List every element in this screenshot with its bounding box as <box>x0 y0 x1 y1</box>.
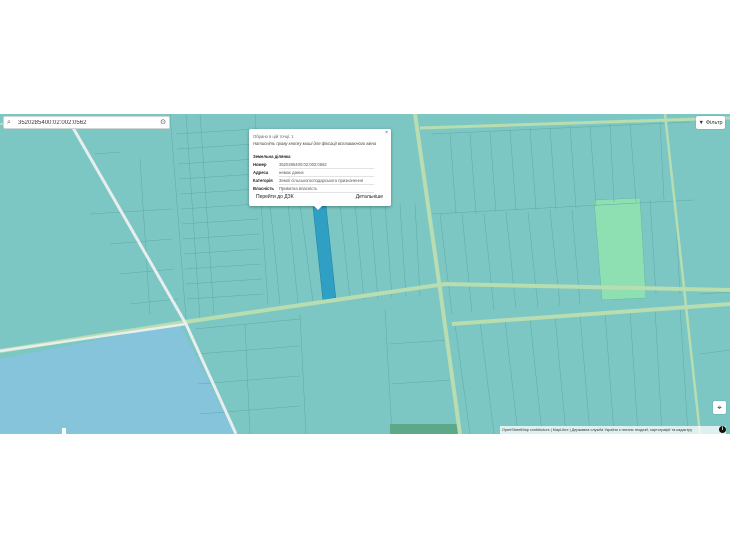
clear-icon[interactable]: ⊙ <box>160 117 166 128</box>
filter-icon: ▼ <box>698 119 704 126</box>
goto-dzk-button[interactable]: Перейти до ДЗК <box>256 194 294 200</box>
marker <box>62 428 66 434</box>
locate-button[interactable]: ⌖ <box>713 401 726 414</box>
crosshair-icon: ⌖ <box>717 402 722 412</box>
search-input[interactable] <box>18 118 153 127</box>
close-icon[interactable]: × <box>385 130 388 136</box>
info-icon[interactable]: i <box>719 426 726 433</box>
row-value: немає даних <box>279 170 374 177</box>
cadastral-search-box: ⌕ ⊙ <box>3 116 170 129</box>
popup-selected-count: Обрано в цій точці: 1 <box>253 134 294 139</box>
filter-button[interactable]: ▼ Фільтр <box>696 116 725 129</box>
popup-hint: Натисніть праву кнопку миші для фіксації… <box>253 141 377 146</box>
popup-section-title: Земельна ділянка <box>253 154 291 159</box>
row-key: Категорія <box>253 178 273 183</box>
map-attribution: OpenStreetMap contributors | MapLibre | … <box>500 426 726 434</box>
parcel-popup: × Обрано в цій точці: 1 Натисніть праву … <box>249 129 391 210</box>
popup-row-category: Категорія Землі сільськогосподарського п… <box>253 178 387 185</box>
popup-row-ownership: Власність Приватна власність <box>253 186 387 193</box>
row-value: Приватна власність <box>279 186 374 193</box>
popup-row-number: Номер 3520285400:02:002:0562 <box>253 162 387 169</box>
popup-row-address: Адреса немає даних <box>253 170 387 177</box>
filter-label: Фільтр <box>705 119 723 126</box>
search-icon: ⌕ <box>7 119 11 126</box>
details-button[interactable]: Детальніше <box>356 194 383 200</box>
dark-parcel <box>390 424 460 434</box>
highlight-parcel <box>593 197 647 301</box>
row-key: Адреса <box>253 170 269 175</box>
row-value: Землі сільськогосподарського призначення <box>279 178 374 185</box>
row-key: Власність <box>253 186 274 191</box>
popup-tail <box>314 206 322 210</box>
row-value: 3520285400:02:002:0562 <box>279 162 374 169</box>
row-key: Номер <box>253 162 267 167</box>
